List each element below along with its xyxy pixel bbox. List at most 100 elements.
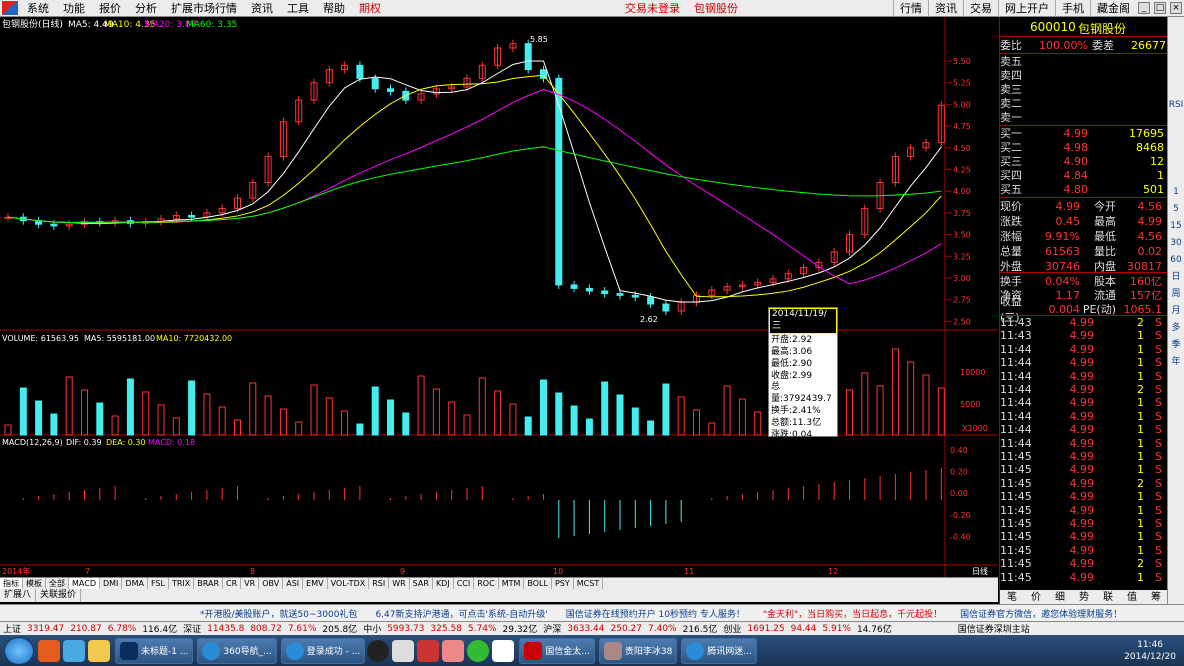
tab-emv[interactable]: EMV xyxy=(303,578,328,589)
maximize-icon[interactable]: □ xyxy=(1154,1,1166,14)
trade-row: 11:45 4.99 1 S xyxy=(1000,463,1168,477)
tool-5min[interactable]: 5 xyxy=(1168,201,1184,218)
stat2-row: 换手 0.04% 股本 160亿 xyxy=(1000,274,1168,289)
tab-asi[interactable]: ASI xyxy=(283,578,304,589)
side-tab-bi[interactable]: 笔 xyxy=(1007,590,1017,605)
tab-cci[interactable]: CCI xyxy=(454,578,475,589)
guosen-icon[interactable] xyxy=(492,639,515,662)
ticker-2[interactable]: 6.47新支持沪港通，可点击'系统-自动升级' xyxy=(375,607,547,620)
ticker-4[interactable]: "金天利"，当日购买，当日起息，千元起投！ xyxy=(763,607,942,620)
ticker-3[interactable]: 国信证券在线预约开户 10秒预约 专人服务！ xyxy=(566,607,745,620)
qq-icon[interactable] xyxy=(367,639,390,662)
tab-all[interactable]: 全部 xyxy=(46,578,69,589)
start-button-icon[interactable] xyxy=(4,636,34,665)
system-clock[interactable]: 11:46 2014/12/20 xyxy=(1124,639,1176,663)
tab-vol-tdx[interactable]: VOL-TDX xyxy=(328,578,370,589)
tool-day[interactable]: 日 xyxy=(1168,269,1184,286)
btn-news[interactable]: 资讯 xyxy=(928,0,963,17)
tab-template[interactable]: 模板 xyxy=(23,578,46,589)
tool-multi[interactable]: 多 xyxy=(1168,320,1184,337)
task-tencent[interactable]: 腾讯网迷... xyxy=(681,637,757,664)
menu-tools[interactable]: 工具 xyxy=(280,0,316,17)
tab-vr[interactable]: VR xyxy=(241,578,260,589)
tool-year[interactable]: 年 xyxy=(1168,354,1184,371)
volume-bar xyxy=(35,400,43,436)
tool-month[interactable]: 月 xyxy=(1168,303,1184,320)
menu-system[interactable]: 系统 xyxy=(20,0,56,17)
folder-icon[interactable] xyxy=(88,639,110,662)
tool-1min[interactable]: 1 xyxy=(1168,184,1184,201)
tab-ext8[interactable]: 扩展八 xyxy=(0,589,37,602)
menu-help[interactable]: 帮助 xyxy=(316,0,352,17)
kline-chart[interactable]: 包钢股份(日线) MA5: 4.49 MA10: 4.35 MA20: 3.87… xyxy=(0,17,998,577)
side-tab-jia[interactable]: 价 xyxy=(1031,590,1041,605)
close-icon[interactable]: × xyxy=(1170,1,1182,14)
tab-mcst[interactable]: MCST xyxy=(574,578,604,589)
menu-quote[interactable]: 报价 xyxy=(92,0,128,17)
tab-dma[interactable]: DMA xyxy=(122,578,148,589)
trade-cell: 11:44 xyxy=(1000,369,1032,383)
menu-function[interactable]: 功能 xyxy=(56,0,92,17)
tab-wr[interactable]: WR xyxy=(389,578,410,589)
task-photoshop[interactable]: 未标题-1 ... xyxy=(115,637,194,664)
tab-rsi[interactable]: RSI xyxy=(369,578,390,589)
trade-cell: S xyxy=(1155,503,1162,517)
tab-dmi[interactable]: DMI xyxy=(100,578,123,589)
menu-ext-market[interactable]: 扩展市场行情 xyxy=(164,0,244,17)
btn-trade[interactable]: 交易 xyxy=(963,0,998,17)
volume-bar xyxy=(555,392,563,436)
tool-60min[interactable]: 60 xyxy=(1168,252,1184,269)
tab-indicator[interactable]: 指标 xyxy=(0,578,23,589)
tab-fsl[interactable]: FSL xyxy=(148,578,169,589)
tab-kdj[interactable]: KDJ xyxy=(433,578,454,589)
tool-quarter[interactable]: 季 xyxy=(1168,337,1184,354)
kline-chart-area[interactable]: 包钢股份(日线) MA5: 4.49 MA10: 4.35 MA20: 3.87… xyxy=(0,17,998,577)
ftp-icon[interactable] xyxy=(417,639,440,662)
tool-15min[interactable]: 15 xyxy=(1168,218,1184,235)
tab-boll[interactable]: BOLL xyxy=(524,578,552,589)
tab-mtm[interactable]: MTM xyxy=(499,578,525,589)
tool-30min[interactable]: 30 xyxy=(1168,235,1184,252)
candle-body xyxy=(601,290,609,295)
side-tab-xi[interactable]: 细 xyxy=(1055,590,1065,605)
volume-bar xyxy=(341,410,349,436)
menu-options[interactable]: 期权 xyxy=(352,0,388,17)
task-guosen[interactable]: 国信金太... xyxy=(519,637,595,664)
btn-mobile[interactable]: 手机 xyxy=(1055,0,1090,17)
mail-icon[interactable] xyxy=(392,639,415,662)
side-tab-shi[interactable]: 势 xyxy=(1079,590,1089,605)
tab-psy[interactable]: PSY xyxy=(552,578,574,589)
tab-roc[interactable]: ROC xyxy=(474,578,499,589)
tool-rsi[interactable]: RSI xyxy=(1168,97,1184,114)
side-tab-lian[interactable]: 联 xyxy=(1103,590,1113,605)
tool-week[interactable]: 周 xyxy=(1168,286,1184,303)
tab-related-quote[interactable]: 关联报价 xyxy=(36,589,82,602)
tab-cr[interactable]: CR xyxy=(223,578,242,589)
media-icon[interactable] xyxy=(38,639,60,662)
tab-trix[interactable]: TRIX xyxy=(169,578,195,589)
weicha-value: 26677 xyxy=(1131,38,1166,52)
360-icon[interactable] xyxy=(467,639,490,662)
trade-cell: 11:45 xyxy=(1000,570,1032,584)
btn-open-account[interactable]: 网上开户 xyxy=(998,0,1055,17)
side-tab-chou[interactable]: 筹 xyxy=(1151,590,1161,605)
side-tab-zhi[interactable]: 值 xyxy=(1127,590,1137,605)
tab-obv[interactable]: OBV xyxy=(259,578,284,589)
stat-label-2: 今开 xyxy=(1094,200,1116,213)
browser-icon[interactable] xyxy=(63,639,85,662)
tab-sar[interactable]: SAR xyxy=(410,578,433,589)
task-chat[interactable]: 贵阳李冰38 xyxy=(598,637,678,664)
menu-analysis[interactable]: 分析 xyxy=(128,0,164,17)
candle-body xyxy=(540,69,547,79)
minimize-icon[interactable]: _ xyxy=(1138,1,1150,14)
ticker-5[interactable]: 国信证券官方微信，邀您体验理财服务！ xyxy=(960,607,1122,620)
task-360nav[interactable]: 360导航_... xyxy=(197,637,277,664)
tab-brar[interactable]: BRAR xyxy=(194,578,224,589)
btn-cangjinge[interactable]: 藏金阁 xyxy=(1090,0,1136,17)
menu-news[interactable]: 资讯 xyxy=(244,0,280,17)
btn-quote[interactable]: 行情 xyxy=(893,0,928,17)
app-icon[interactable] xyxy=(442,639,465,662)
task-login[interactable]: 登录成功 - ... xyxy=(280,637,366,664)
ticker-1[interactable]: *开港股/美股账户，就送50~3000礼包 xyxy=(200,607,357,620)
tab-macd[interactable]: MACD xyxy=(69,578,100,589)
